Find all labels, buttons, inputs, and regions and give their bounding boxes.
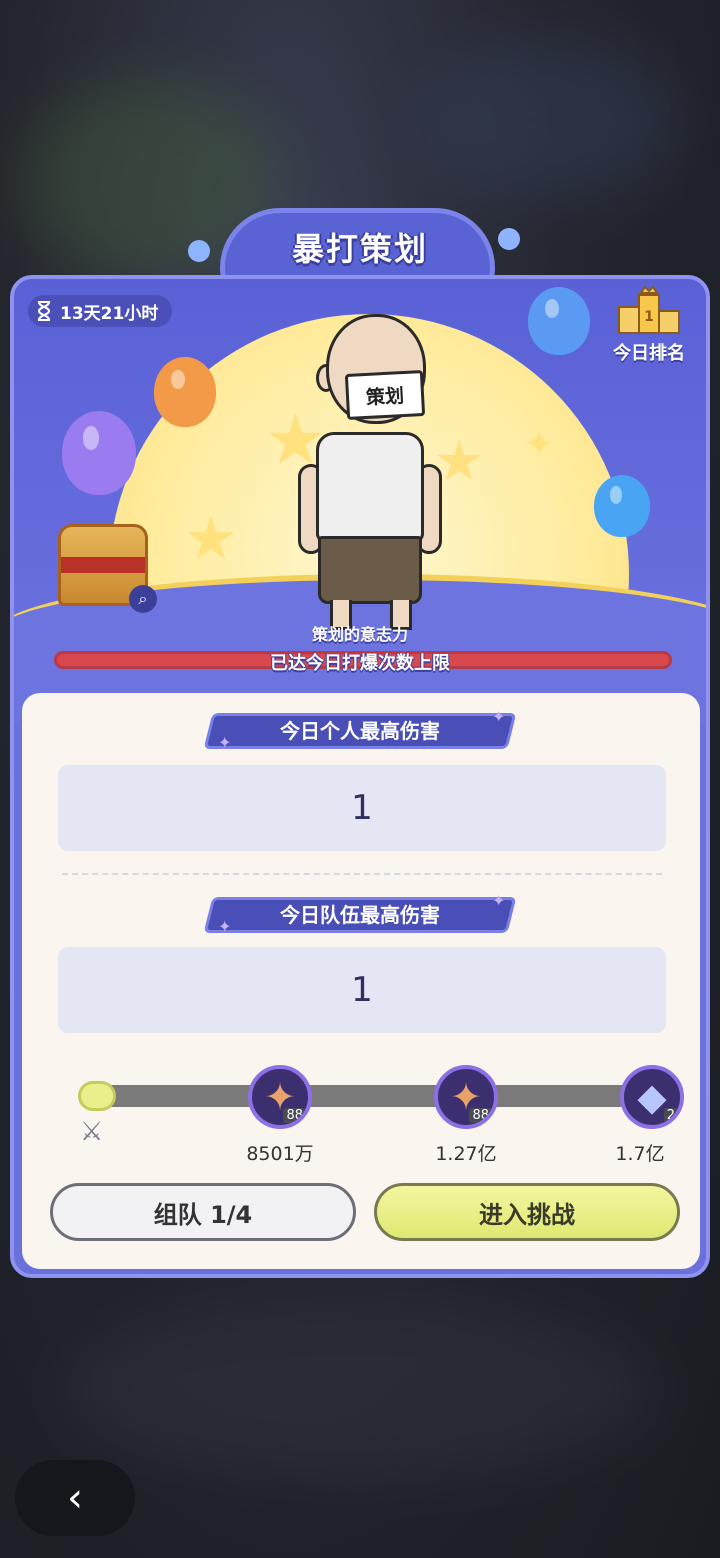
daily-ranking-button[interactable]: 1 今日排名	[604, 285, 694, 365]
reward-count: 2	[663, 1108, 678, 1123]
sparkle-icon: ✦	[492, 707, 506, 726]
reward-threshold: 1.7亿	[615, 1143, 665, 1165]
planner-character[interactable]: 策划	[296, 314, 456, 634]
sparkle-icon: ✦	[218, 733, 232, 752]
sparkle-icon: ✦	[218, 917, 232, 936]
divider	[62, 873, 662, 875]
team-damage-value: 1	[58, 947, 666, 1033]
search-icon: ⌕	[129, 585, 157, 613]
personal-damage-label: 今日个人最高伤害	[280, 719, 440, 743]
chest-band	[61, 557, 145, 573]
planner-sign: 策划	[344, 369, 426, 421]
team-damage-label: 今日队伍最高伤害	[280, 903, 440, 927]
boss-area: ★ ★ ★ ✦ ✦ 13天21小时 1 今日排名	[14, 279, 706, 834]
enter-challenge-button[interactable]: 进入挑战	[374, 1183, 680, 1241]
event-card: ★ ★ ★ ✦ ✦ 13天21小时 1 今日排名	[10, 275, 710, 1278]
sparkle-decor: ✦	[524, 424, 555, 465]
chevron-left-icon: ‹	[67, 1475, 83, 1521]
podium-icon: 1	[618, 285, 680, 334]
personal-damage-value: 1	[58, 765, 666, 851]
shorts	[318, 536, 422, 604]
reward-count: 88	[469, 1108, 492, 1123]
team-button[interactable]: 组队 1/4	[50, 1183, 356, 1241]
crossed-swords-icon: ⚔	[80, 1117, 104, 1147]
back-button[interactable]: ‹	[15, 1460, 135, 1536]
treasure-chest-button[interactable]: ⌕	[58, 524, 157, 613]
reward-count: 88	[283, 1108, 306, 1123]
shirt	[316, 432, 424, 542]
reward-node[interactable]: ◆ 2	[620, 1065, 684, 1129]
sparkle-icon: ✦	[492, 891, 506, 910]
purple-balloon	[62, 411, 136, 495]
event-timer: 13天21小时	[28, 295, 173, 327]
background-blur	[420, 40, 680, 200]
star-decor: ★	[184, 504, 238, 574]
reward-threshold: 1.27亿	[435, 1143, 497, 1165]
background-blur	[60, 1300, 660, 1480]
rank-label: 今日排名	[613, 343, 685, 364]
reward-node[interactable]: ✦ 88	[434, 1065, 498, 1129]
damage-progress-track	[78, 1085, 678, 1107]
timer-text: 13天21小时	[60, 303, 159, 324]
willpower-status: 已达今日打爆次数上限	[270, 653, 450, 674]
hourglass-icon	[37, 301, 51, 321]
blue-balloon	[594, 475, 650, 537]
willpower-label: 策划的意志力	[311, 625, 408, 644]
damage-panel: 今日个人最高伤害 ✦ ✦ 1 今日队伍最高伤害 ✦ ✦ 1 ⚔ ✦ 88 850…	[22, 693, 700, 1269]
page-title: 暴打策划	[291, 230, 428, 268]
blue-balloon	[528, 287, 590, 355]
damage-progress-fill	[78, 1081, 116, 1111]
orange-balloon	[154, 357, 216, 427]
reward-node[interactable]: ✦ 88	[248, 1065, 312, 1129]
svg-text:1: 1	[644, 309, 654, 325]
reward-threshold: 8501万	[246, 1143, 314, 1165]
